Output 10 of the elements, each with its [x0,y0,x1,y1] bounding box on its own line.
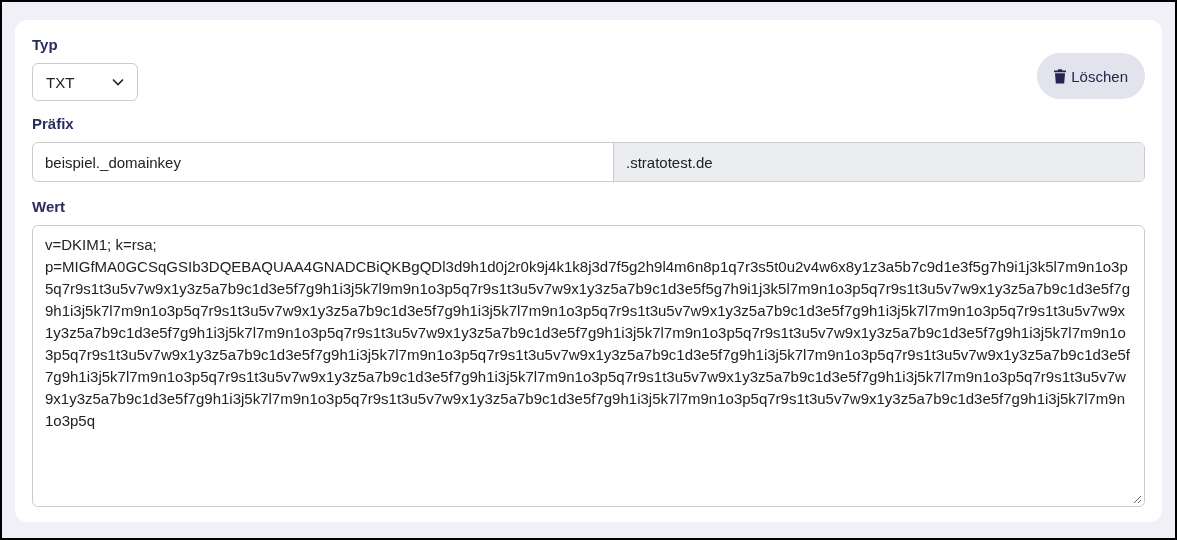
field-label: Präfix [32,115,74,132]
value-textarea[interactable]: v=DKIM1; k=rsa; p=MIGfMA0GCSqGSIb3DQEBAQUAA4GNADCBiQKBgQDl3d9h1d0j2r0k9j4k1k8j3d7f5g2h9l4m6n8p1q7r3s5t0u2v4w6x8y1z3a5b7c9d1e3f5g7h9i1j3k5l7m9n1o3p5q7r9s1t3u5v7w9x1y3z5a7b9c1d3e5f7g9h1i3j5k7l9m9n1o3p5q7r9s1t3u5v7w9x1y3z5a7b9c1d3e5f5g7h9i1j3k5l7m9n1o3p5q7r9s1t3u5v7w9x1y3z5a7b9c1d3e5f7g9h1i3j5k7l7m9n1o3p5q7r9s1t3u5v7w9x1y3z5a7b9c1d3e5f7g9h1i3j5k7l7m9n1o3p5q7r9s1t3u5v7w9x1y3z5a7b9c1d3e5f7g9h1i3j5k7l7m9n1o3p5q7r9s1t3u5v7w9x1y3z5a7b9c1d3e5f7g9h1i3j5k7l7m9n1o3p5q7r9s1t3u5v7w9x1y3z5a7b9c1d3e5f7g9h1i3j5k7l7m9n1o3p5q7r9s1t3u5v7w9x1y3z5a7b9c1d3e5f7g9h1i3j5k7l7m9n1o3p5q7r9s1t3u5v7w9x1y3z5a7b9c1d3e5f7g9h1i3j5k7l7m9n1o3p5q7r9s1t3u5v7w9x1y3z5a7b9c1d3e5f7g9h1i3j5k7l7m9n1o3p5q7r9s1t3u5v7w9x1y3z5a7b9c1d3e5f7g9h1i3j5k7l7m9n1o3p5q7r9s1t3u5v7w9x1y3z5a7b9c1d3e5f7g9h1i3j5k7l7m9n1o3p5q7r9s1t3u5v7w9x1y3z5a7b9c1d3e5f7g9h1i3j5k7l7m9n1o3p5q7r9s1t3u5v7w9x1y3z5a7b9c1d3e5f7g9h1i3j5k7l7m9n1o3p5q7r9s1t3u5v7w9x1y3z5a7b9c1d3e5f7g9h1i3j5k7l7m9n1o3p5q7r9s1t3u5v7w9x1y3z5a7b9c1d3e5f7g9h1i3j5k7l7m9n1o3p5q [32,225,1145,507]
field-label: Wert [32,198,66,215]
type-select[interactable]: TXT [32,63,138,101]
resize-handle-icon[interactable] [1133,495,1142,504]
chevron-icon [112,78,124,86]
domain-suffix: .stratotest.de [614,143,1144,181]
trash-icon [1054,68,1067,84]
field-label: Typ [32,36,58,53]
delete-button[interactable]: Löschen [1037,53,1145,99]
